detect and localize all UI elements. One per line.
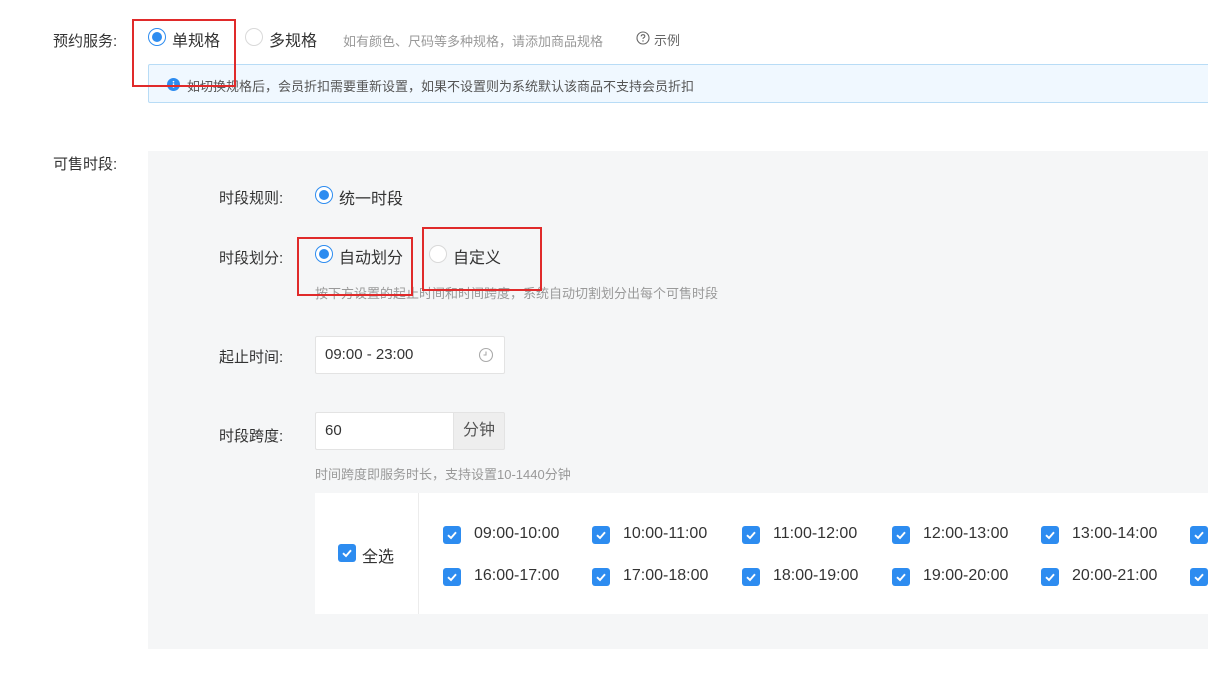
time-range-label: 起止时间: — [219, 349, 284, 366]
slot-check-icon[interactable] — [1041, 568, 1059, 586]
radio-custom-division-label: 自定义 — [453, 250, 502, 267]
radio-single-spec-label: 单规格 — [172, 33, 221, 50]
slot-check-icon[interactable] — [892, 568, 910, 586]
slot-label: 09:00-10:00 — [474, 525, 560, 542]
slot-checkbox[interactable]: 17:00-18:00 — [592, 567, 732, 589]
slot-check-icon-partial[interactable] — [1190, 568, 1208, 586]
select-all-check-icon[interactable] — [338, 544, 356, 562]
service-hint: 如有颜色、尺码等多种规格，请添加商品规格 — [343, 34, 604, 49]
radio-multi-spec[interactable]: 多规格 — [245, 28, 335, 50]
slot-checkbox[interactable]: 10:00-11:00 — [592, 525, 732, 547]
period-division-label: 时段划分: — [219, 250, 284, 267]
radio-auto-division[interactable]: 自动划分 — [315, 245, 415, 267]
slot-label: 11:00-12:00 — [773, 525, 858, 542]
slot-checkbox[interactable]: 13:00-14:00 — [1041, 525, 1181, 547]
radio-single-spec[interactable]: 单规格 — [146, 28, 236, 50]
clock-icon — [478, 347, 494, 363]
span-input[interactable]: 60 — [315, 412, 453, 450]
slot-checkbox[interactable]: 11:00-12:00 — [742, 525, 882, 547]
slot-check-icon[interactable] — [1041, 526, 1059, 544]
radio-unified-period-dot[interactable] — [315, 186, 333, 204]
radio-multi-spec-label: 多规格 — [269, 33, 318, 50]
slot-checkbox[interactable]: 18:00-19:00 — [742, 567, 882, 589]
slot-check-icon[interactable] — [592, 526, 610, 544]
slot-check-icon[interactable] — [443, 526, 461, 544]
radio-auto-division-label: 自动划分 — [339, 250, 404, 267]
slot-checkbox[interactable]: 16:00-17:00 — [443, 567, 583, 589]
slot-label: 17:00-18:00 — [623, 567, 709, 584]
radio-auto-division-dot[interactable] — [315, 245, 333, 263]
span-hint: 时间跨度即服务时长，支持设置10-1440分钟 — [315, 467, 571, 482]
slot-check-icon[interactable] — [592, 568, 610, 586]
slot-label: 18:00-19:00 — [773, 567, 859, 584]
period-rule-label: 时段规则: — [219, 190, 284, 207]
info-banner-text: 如切换规格后，会员折扣需要重新设置，如果不设置则为系统默认该商品不支持会员折扣 — [187, 79, 695, 94]
select-all-checkbox[interactable]: 全选 — [338, 543, 408, 566]
slot-check-icon[interactable] — [742, 568, 760, 586]
time-range-input[interactable]: 09:00 - 23:00 — [315, 336, 505, 374]
slot-checkbox[interactable]: 09:00-10:00 — [443, 525, 583, 547]
slot-label: 13:00-14:00 — [1072, 525, 1158, 542]
select-all-label: 全选 — [362, 549, 395, 566]
slot-label: 16:00-17:00 — [474, 567, 560, 584]
slot-checkbox[interactable]: 12:00-13:00 — [892, 525, 1032, 547]
radio-unified-period-label: 统一时段 — [339, 191, 404, 208]
slot-check-icon[interactable] — [892, 526, 910, 544]
slot-checkbox[interactable]: 19:00-20:00 — [892, 567, 1032, 589]
sale-period-label: 可售时段: — [53, 156, 118, 173]
example-link-text: 示例 — [654, 33, 681, 48]
span-unit-addon: 分钟 — [453, 412, 505, 450]
question-circle-icon — [636, 31, 650, 45]
slot-checkbox[interactable]: 20:00-21:00 — [1041, 567, 1181, 589]
slot-check-icon-partial[interactable] — [1190, 526, 1208, 544]
slot-check-icon[interactable] — [443, 568, 461, 586]
info-banner: 如切换规格后，会员折扣需要重新设置，如果不设置则为系统默认该商品不支持会员折扣 — [148, 64, 1208, 103]
slot-label: 20:00-21:00 — [1072, 567, 1158, 584]
info-icon — [167, 78, 180, 91]
slots-box — [315, 493, 1208, 614]
slot-label: 10:00-11:00 — [623, 525, 708, 542]
span-value: 60 — [325, 422, 342, 439]
radio-unified-period[interactable]: 统一时段 — [315, 186, 415, 208]
service-label: 预约服务: — [53, 33, 118, 50]
radio-single-spec-dot[interactable] — [148, 28, 166, 46]
radio-custom-division[interactable]: 自定义 — [429, 245, 529, 267]
division-hint: 按下方设置的起止时间和时间跨度，系统自动切割划分出每个可售时段 — [315, 286, 719, 301]
span-label: 时段跨度: — [219, 428, 284, 445]
radio-custom-division-dot[interactable] — [429, 245, 447, 263]
slot-check-icon[interactable] — [742, 526, 760, 544]
radio-multi-spec-dot[interactable] — [245, 28, 263, 46]
time-range-value: 09:00 - 23:00 — [325, 346, 414, 363]
slots-divider — [418, 493, 419, 614]
slot-label: 19:00-20:00 — [923, 567, 1009, 584]
slot-label: 12:00-13:00 — [923, 525, 1009, 542]
